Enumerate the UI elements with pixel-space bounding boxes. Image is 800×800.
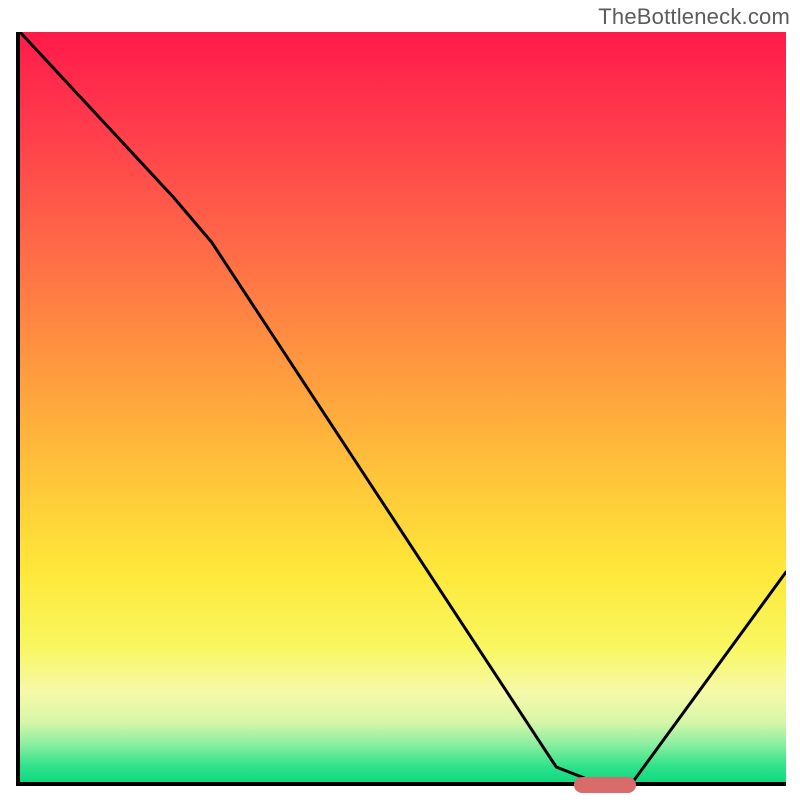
- bottleneck-curve: [20, 32, 786, 782]
- watermark-text: TheBottleneck.com: [598, 4, 790, 30]
- chart-frame: [16, 32, 786, 786]
- optimum-marker: [574, 777, 636, 793]
